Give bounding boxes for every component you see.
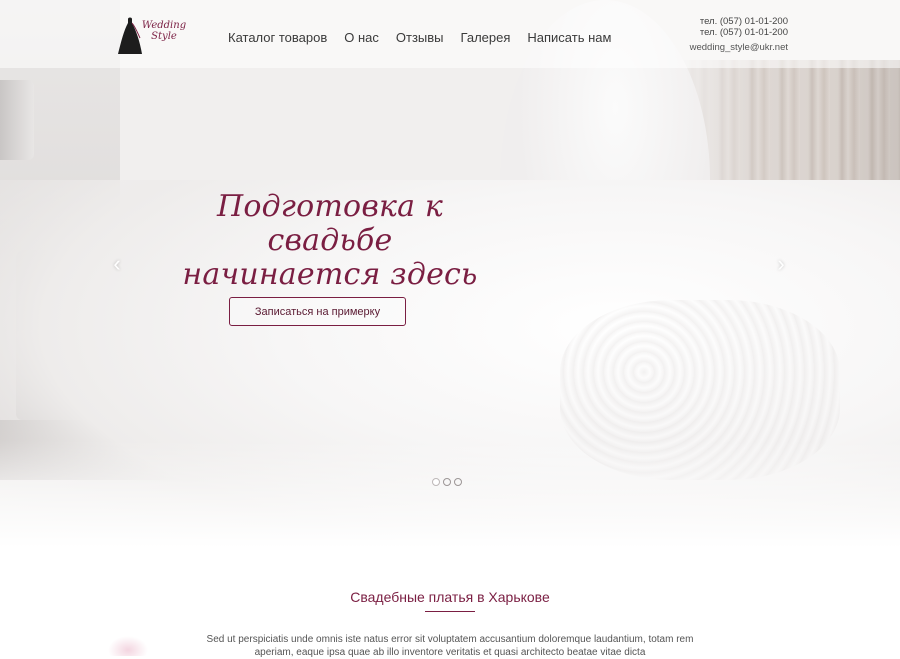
email-link[interactable]: wedding_style@ukr.net xyxy=(690,42,788,53)
chevron-left-icon[interactable]: ‹ xyxy=(108,253,126,275)
nav-item-reviews[interactable]: Отзывы xyxy=(396,30,444,45)
hero-title-line2: начинается здесь xyxy=(182,257,478,292)
nav-item-contact[interactable]: Написать нам xyxy=(527,30,611,45)
nav-item-gallery[interactable]: Галерея xyxy=(461,30,511,45)
phone-2[interactable]: тел. (057) 01-01-200 xyxy=(690,27,788,38)
book-fitting-button[interactable]: Записаться на примерку xyxy=(229,297,406,326)
site-header: Wedding Style Каталог товаров О нас Отзы… xyxy=(0,0,900,68)
flower-decoration xyxy=(108,636,148,656)
nav-item-about[interactable]: О нас xyxy=(344,30,379,45)
hero-slider: Подготовка к свадьбе начинается здесь За… xyxy=(0,0,900,560)
logo-line2: Style xyxy=(151,31,177,42)
phone-1[interactable]: тел. (057) 01-01-200 xyxy=(690,16,788,27)
slider-dot-2[interactable] xyxy=(443,478,451,486)
logo-line1: Wedding xyxy=(141,20,187,31)
slider-dot-1[interactable] xyxy=(432,478,440,486)
section-title-underline xyxy=(425,611,475,612)
slider-dots xyxy=(432,478,465,486)
nav-item-catalog[interactable]: Каталог товаров xyxy=(228,30,327,45)
section-text: Sed ut perspiciatis unde omnis iste natu… xyxy=(206,634,694,658)
hero-title-line1: Подготовка к свадьбе xyxy=(216,189,444,258)
hero-title: Подготовка к свадьбе начинается здесь xyxy=(170,190,490,292)
section-title: Свадебные платья в Харькове xyxy=(350,589,550,605)
logo[interactable]: Wedding Style xyxy=(118,16,190,56)
logo-text: Wedding Style xyxy=(138,20,190,42)
hero-fade xyxy=(0,440,900,560)
background-lamp xyxy=(0,80,34,160)
slider-dot-3[interactable] xyxy=(454,478,462,486)
chevron-right-icon[interactable]: › xyxy=(772,253,790,275)
main-nav: Каталог товаров О нас Отзывы Галерея Нап… xyxy=(228,30,611,45)
contacts: тел. (057) 01-01-200 тел. (057) 01-01-20… xyxy=(690,16,788,53)
